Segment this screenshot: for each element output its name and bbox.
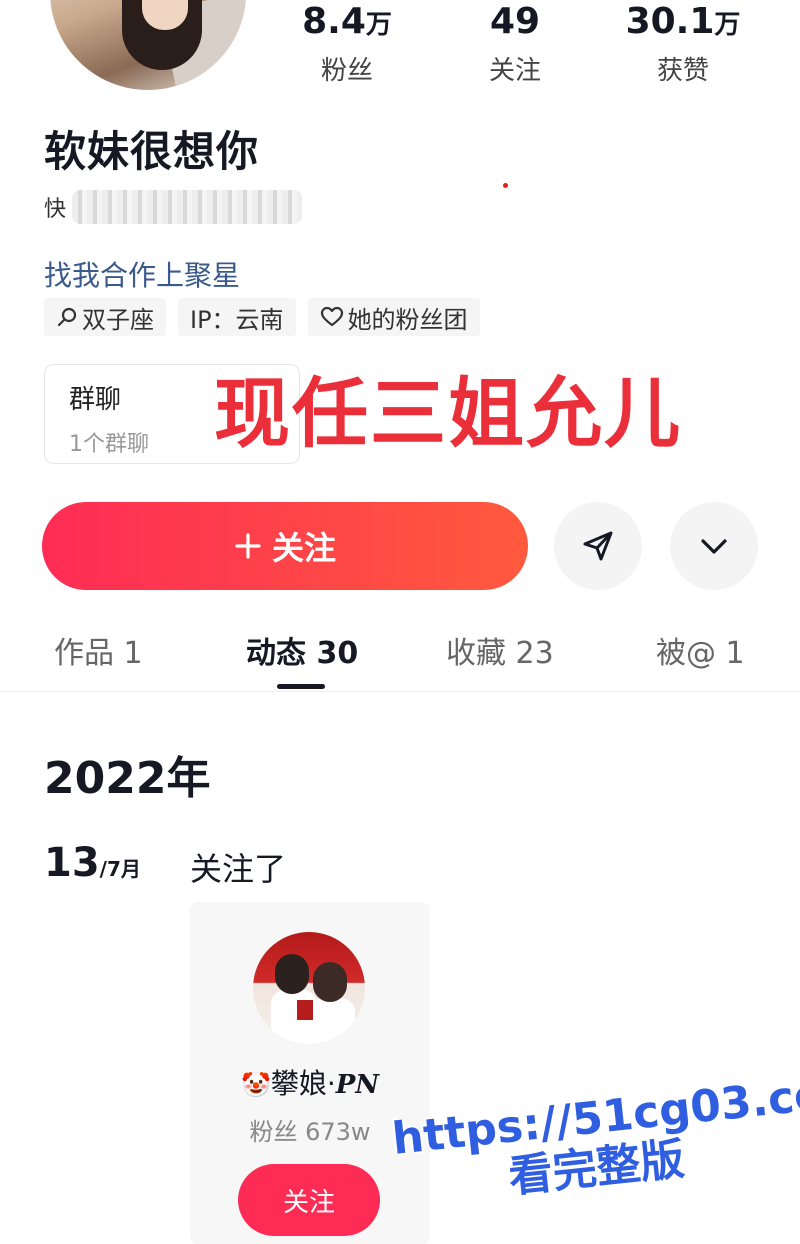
profile-bio-link[interactable]: 找我合作上聚星 <box>44 254 240 294</box>
stat-fans-value: 8.4万 <box>302 1 392 42</box>
stat-likes-label: 获赞 <box>656 56 709 86</box>
timeline-date: 13/7月 <box>44 840 141 886</box>
stat-fans[interactable]: 8.4万 粉丝 <box>272 0 422 89</box>
active-tab-indicator <box>277 684 325 689</box>
timeline-year: 2022年 <box>44 753 211 804</box>
avatar-person-2-head <box>313 962 347 1002</box>
blurred-id <box>72 190 303 224</box>
share-button[interactable] <box>554 502 642 590</box>
chevron-down-icon <box>701 539 727 554</box>
tag-zodiac[interactable]: 双子座 <box>44 298 166 336</box>
send-icon <box>583 531 613 561</box>
tag-ip-label: IP：云南 <box>190 305 284 334</box>
profile-tags: 双子座 IP：云南 她的粉丝团 <box>44 298 480 336</box>
profile-nickname: 软妹很想你 <box>44 127 260 176</box>
tab-works[interactable]: 作品 1 <box>54 628 143 672</box>
profile-tabs: 作品 1 动态 30 收藏 23 被@ 1 <box>0 620 800 692</box>
more-button[interactable] <box>670 502 758 590</box>
followed-user-name-suffix: PN <box>335 1070 380 1100</box>
tab-moments[interactable]: 动态 30 <box>246 628 358 672</box>
avatar-person-1-head <box>275 954 309 994</box>
timeline-day: 13 <box>44 840 100 886</box>
profile-avatar[interactable] <box>50 0 246 90</box>
plus-icon <box>235 533 261 559</box>
stat-following[interactable]: 49 关注 <box>440 0 590 89</box>
follow-button-label: 关注 <box>271 529 336 567</box>
tag-ip: IP：云南 <box>178 298 296 336</box>
card-follow-button[interactable]: 关注 <box>238 1164 380 1236</box>
profile-id-prefix: 快 <box>44 197 67 222</box>
follow-button[interactable]: 关注 <box>42 502 528 590</box>
red-dot <box>503 183 508 188</box>
stat-following-label: 关注 <box>488 56 541 86</box>
timeline-month: /7月 <box>99 857 141 881</box>
followed-user-name-text: 攀娘· <box>270 1067 336 1100</box>
avatar-person-2-body <box>309 998 355 1044</box>
stat-fans-label: 粉丝 <box>320 56 373 86</box>
avatar-certificate <box>297 1000 313 1020</box>
stat-following-value: 49 <box>489 1 541 42</box>
watermark: https://51cg03.cc 看完整版 <box>390 1069 800 1214</box>
stat-likes-value: 30.1万 <box>625 1 741 42</box>
profile-id: 快 <box>44 190 303 224</box>
overlay-caption: 现任三姐允儿 <box>214 369 682 458</box>
timeline-action: 关注了 <box>190 850 287 888</box>
heart-icon <box>320 306 343 327</box>
followed-user-avatar[interactable] <box>253 932 365 1044</box>
tab-mentions[interactable]: 被@ 1 <box>656 628 745 672</box>
followed-user-card[interactable]: 🤡攀娘·PN 粉丝 673w 关注 <box>190 902 430 1244</box>
search-icon <box>57 307 77 327</box>
clown-emoji-icon: 🤡 <box>240 1071 271 1099</box>
tag-zodiac-label: 双子座 <box>82 305 154 334</box>
tag-fan-club[interactable]: 她的粉丝团 <box>307 298 480 336</box>
followed-user-name[interactable]: 🤡攀娘·PN <box>190 1062 430 1102</box>
tag-fan-club-label: 她的粉丝团 <box>347 305 468 334</box>
tab-favorites[interactable]: 收藏 23 <box>446 628 554 672</box>
stat-likes[interactable]: 30.1万 获赞 <box>608 0 758 89</box>
